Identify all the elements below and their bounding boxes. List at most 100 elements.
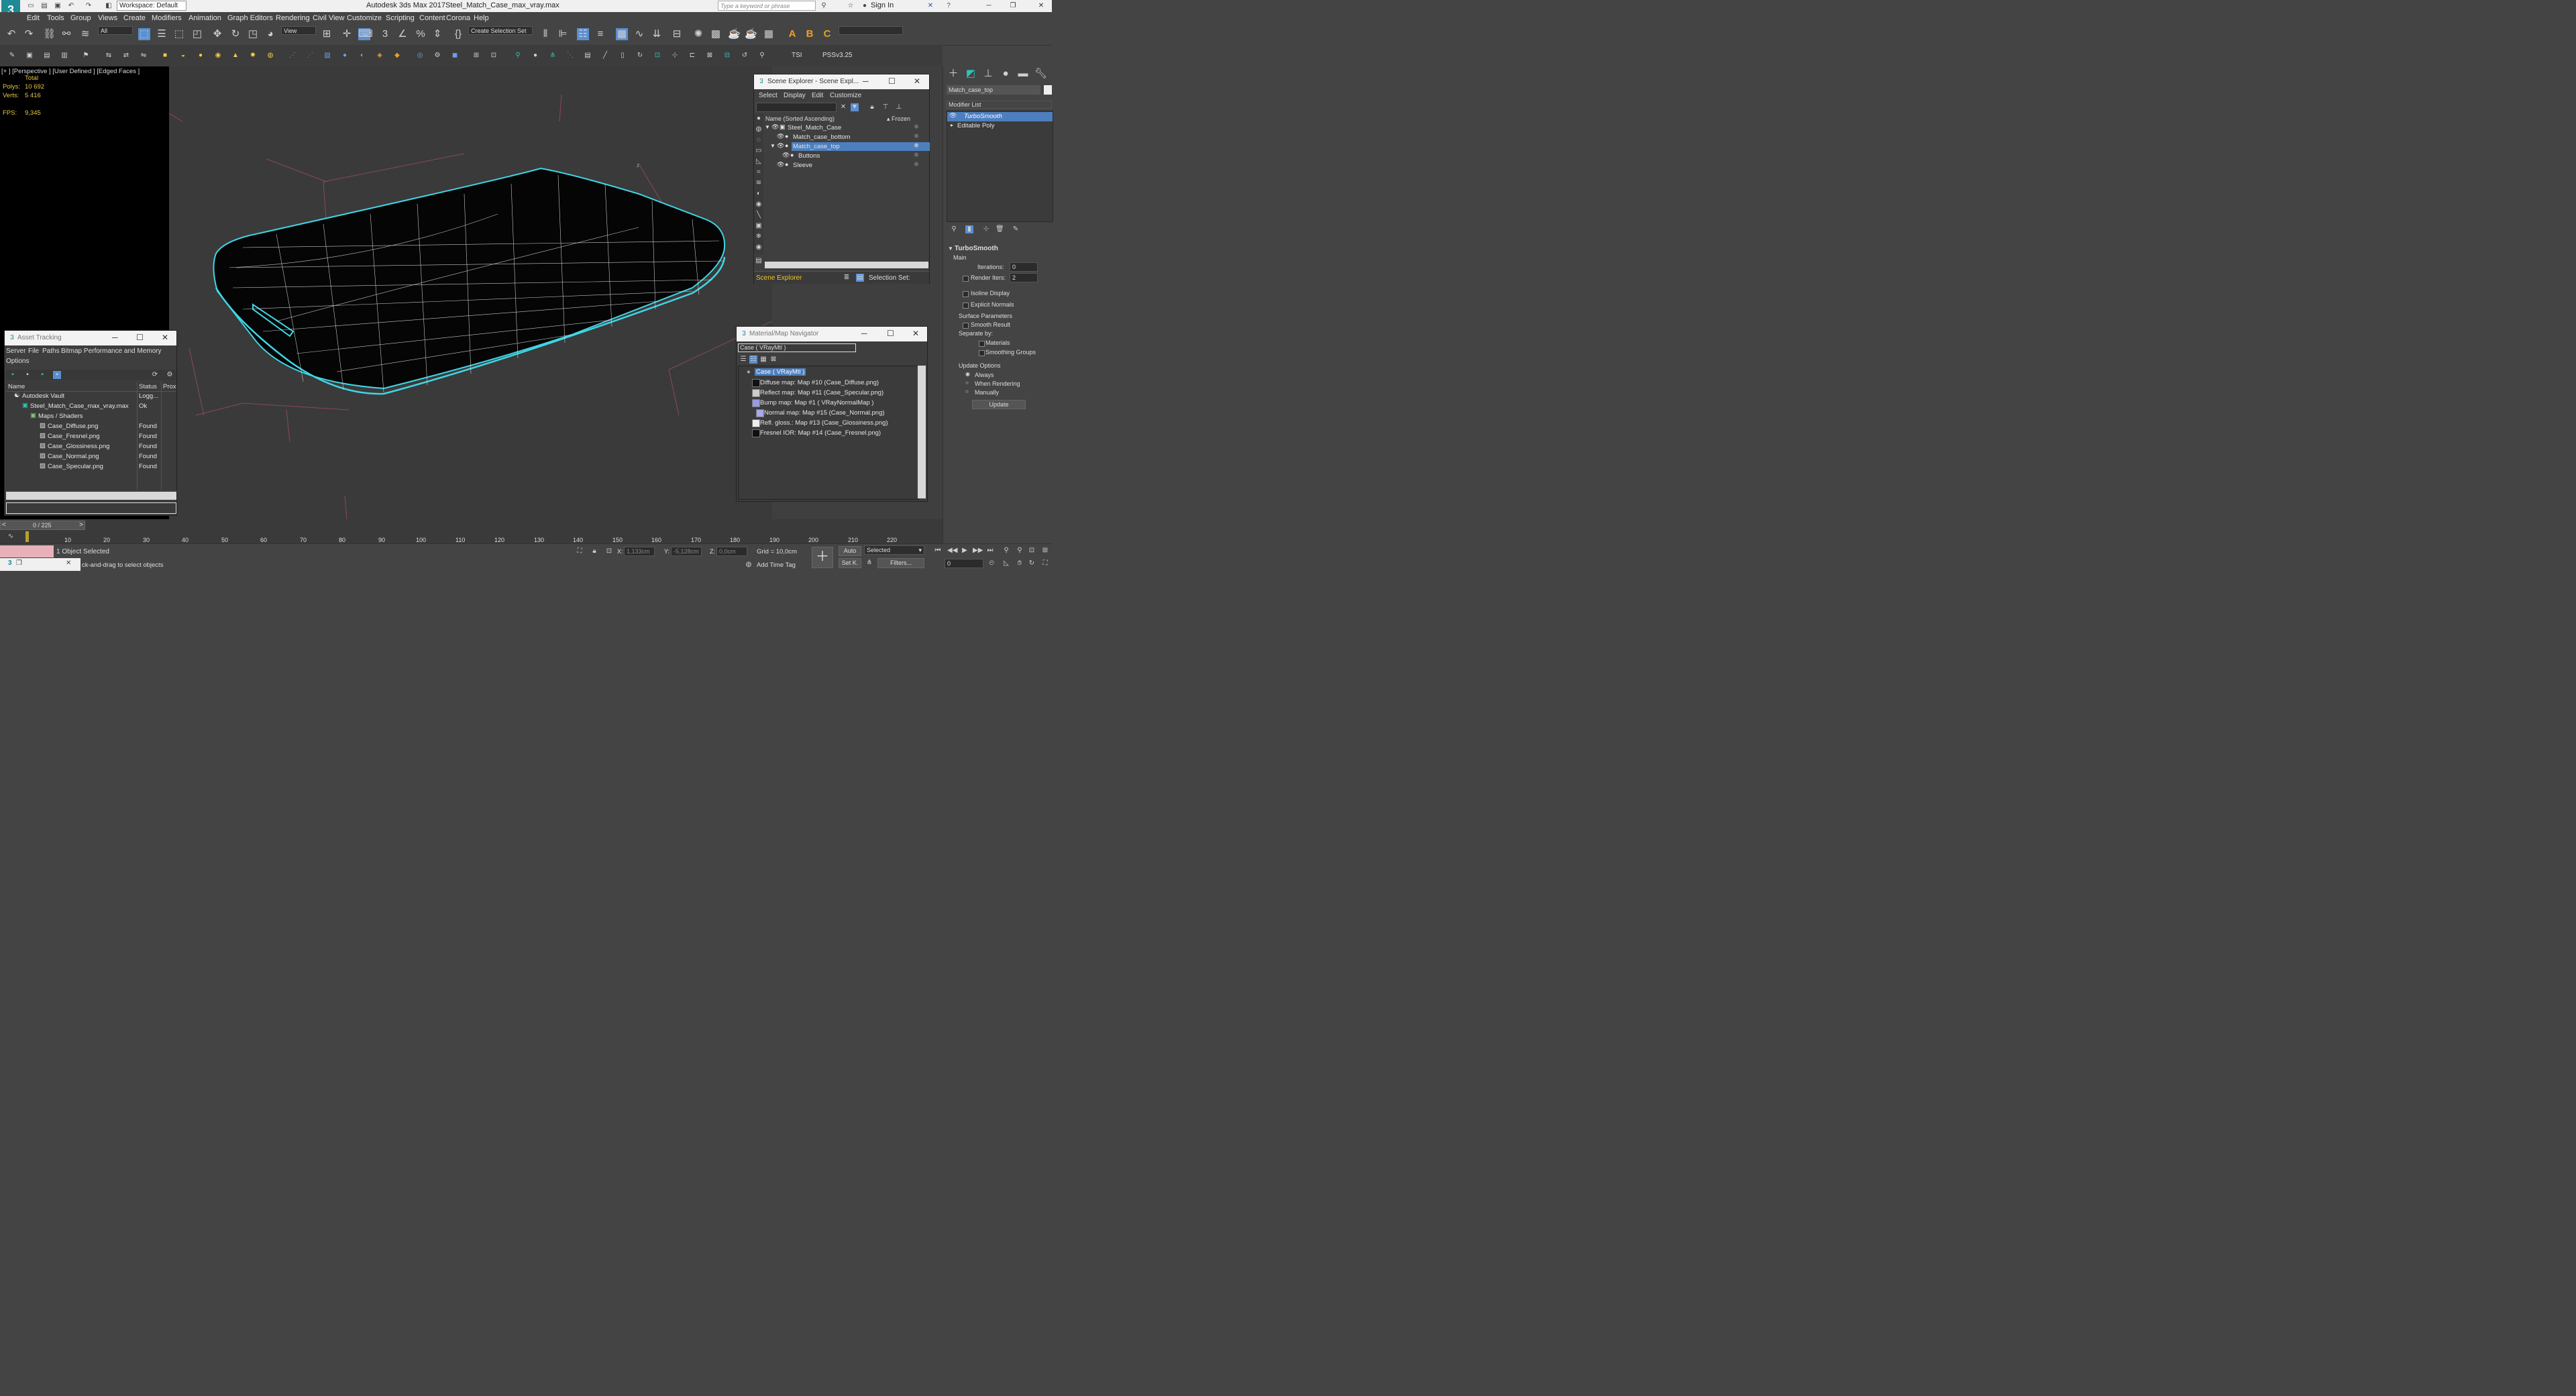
save-file-icon[interactable]: ▣ <box>54 2 62 10</box>
table-icon[interactable]: ▤ <box>584 52 592 60</box>
scene-explorer-icon[interactable]: ☷ <box>577 28 589 40</box>
named-selection-dropdown[interactable]: Create Selection Set <box>468 26 533 35</box>
display-all-icon[interactable]: ▤ <box>755 257 763 265</box>
rotate-icon[interactable]: ↻ <box>229 28 241 40</box>
display-lights-icon[interactable]: ▭ <box>755 147 763 155</box>
current-frame-field[interactable]: 0 <box>945 559 983 568</box>
at-view-icon-2[interactable]: ▪ <box>23 371 32 379</box>
display-xrefs-icon[interactable]: ◉ <box>755 201 763 209</box>
set-key-big-button[interactable]: ＋ <box>812 547 833 568</box>
update-button[interactable]: Update <box>972 400 1026 409</box>
se-hscrollbar[interactable] <box>765 262 928 268</box>
project-icon[interactable]: ◧ <box>105 2 113 10</box>
frozen-icon[interactable]: ❄ <box>914 142 919 150</box>
frame-icon[interactable]: ⊏ <box>688 52 696 60</box>
display-shapes-icon[interactable]: ◌ <box>755 136 763 144</box>
remove-modifier-icon[interactable]: 🗑︎ <box>996 225 1004 233</box>
render-active-icon[interactable]: ▦ <box>763 28 775 40</box>
se-footer-label[interactable]: Scene Explorer <box>756 274 802 282</box>
display-helpers-icon[interactable]: ≈ <box>755 168 763 176</box>
select-manipulate-icon[interactable]: ✛ <box>341 28 353 40</box>
toolbar-icon-8[interactable]: ⇋ <box>140 52 148 60</box>
menu-modifiers[interactable]: Modifiers <box>152 14 182 22</box>
menu-scripting[interactable]: Scripting <box>386 14 415 22</box>
light-icon[interactable]: ■ <box>161 52 169 60</box>
scatter-icon[interactable]: ⋱ <box>566 52 574 60</box>
undo-icon[interactable]: ↶ <box>5 28 17 40</box>
material-map-row[interactable]: Normal map: Map #15 (Case_Normal.png) <box>739 409 918 418</box>
se-row-buttons[interactable]: 👁︎ ● Buttons ❄ <box>763 152 930 161</box>
proxy-icon[interactable]: ⋰ <box>306 52 314 60</box>
modify-tab-icon[interactable]: ◩ <box>965 68 977 80</box>
lock-icon[interactable]: 🔒︎ <box>868 103 876 111</box>
dot-icon[interactable]: ● <box>531 52 539 60</box>
at-menu-bitmap[interactable]: Bitmap Performance and Memory <box>61 347 162 355</box>
sun-icon[interactable]: ✸ <box>249 52 257 60</box>
material-editor-icon[interactable]: ✺ <box>692 28 704 40</box>
close-icon[interactable]: ✕ <box>914 76 920 86</box>
dome-light-icon[interactable]: ◒ <box>179 52 187 60</box>
se-menu-display[interactable]: Display <box>784 92 806 99</box>
selection-set-label[interactable]: Selection Set: <box>869 274 910 282</box>
layers-icon[interactable]: ≣ <box>843 274 851 282</box>
layer-explorer-icon[interactable]: ≡ <box>594 28 606 40</box>
bind-spacewarp-icon[interactable]: ≋ <box>79 28 91 40</box>
render-setup-icon[interactable]: ▩ <box>710 28 722 40</box>
display-frozen-icon[interactable]: ❄ <box>755 233 763 241</box>
at-row[interactable]: ▨ Case_Specular.png Found <box>6 462 176 472</box>
at-col-status[interactable]: Status <box>139 383 157 390</box>
redo-icon[interactable]: ↷ <box>23 28 35 40</box>
workspace-dropdown[interactable]: Workspace: Default <box>117 1 186 11</box>
se-menu-edit[interactable]: Edit <box>812 92 823 99</box>
placement-icon[interactable]: ◕ <box>264 28 276 40</box>
material-navigator-titlebar[interactable]: 3 Material/Map Navigator ─ ☐ ✕ <box>737 327 927 341</box>
material-map-row[interactable]: Bump map: Map #1 ( VRayNormalMap ) <box>739 398 918 408</box>
utilities-tab-icon[interactable]: 🔧︎ <box>1034 68 1047 80</box>
frozen-icon[interactable]: ❄ <box>914 133 919 140</box>
material-vscrollbar[interactable] <box>918 366 926 498</box>
iterations-spinner[interactable]: 0 <box>1010 262 1038 272</box>
hierarchy-toggle-icon[interactable]: ▤ <box>856 274 864 282</box>
redo-icon[interactable]: ↷ <box>85 2 93 10</box>
hierarchy-tab-icon[interactable]: ⊥ <box>982 68 994 80</box>
at-menu-server[interactable]: Server <box>6 347 25 355</box>
display-tab-icon[interactable]: ▬ <box>1017 68 1029 80</box>
minimize-icon[interactable]: ─ <box>861 329 867 338</box>
open-file-icon[interactable]: ▤ <box>40 2 48 10</box>
pin-stack-icon[interactable]: ⚲ <box>950 225 958 233</box>
close-icon[interactable]: ✕ <box>162 333 168 342</box>
modifier-stack-item-editable-poly[interactable]: ▸ Editable Poly <box>947 121 1053 131</box>
x-coordinate-field[interactable]: 1,133cm <box>624 547 655 556</box>
dope-sheet-icon[interactable]: ⇊ <box>651 28 663 40</box>
sphere-light-icon[interactable]: ● <box>197 52 205 60</box>
menu-civil-view[interactable]: Civil View <box>313 14 344 22</box>
at-settings-icon[interactable]: ⚙ <box>166 371 174 379</box>
frozen-icon[interactable]: ❄ <box>914 161 919 168</box>
perspective-viewport[interactable]: z <box>169 66 772 519</box>
volume-icon[interactable]: ◐ <box>358 52 366 60</box>
frozen-icon[interactable]: ❄ <box>914 123 919 131</box>
close-icon[interactable]: ✕ <box>66 559 71 567</box>
mesh-icon[interactable]: ◈ <box>376 52 384 60</box>
time-slider-prev[interactable]: < <box>2 521 6 529</box>
minimize-icon[interactable]: ─ <box>985 2 993 10</box>
small-icons-view-icon[interactable]: ▦ <box>759 356 767 364</box>
orbit-icon[interactable]: ↻ <box>1028 559 1036 568</box>
show-end-result-icon[interactable]: ▮ <box>965 225 973 233</box>
at-row[interactable]: ▨ Case_Fresnel.png Found <box>6 432 176 441</box>
sky-icon[interactable]: ◍ <box>266 52 274 60</box>
close-icon[interactable]: ✕ <box>1037 2 1045 10</box>
exchange-icon[interactable]: ✕ <box>926 2 934 10</box>
vfb-icon[interactable]: ◎ <box>416 52 424 60</box>
converter-icon[interactable]: ◼ <box>451 52 459 60</box>
play-icon[interactable]: ▶ <box>961 547 969 555</box>
rollout-title[interactable]: TurboSmooth <box>955 245 998 252</box>
material-current-field[interactable]: Case ( VRayMtl ) <box>738 343 856 352</box>
render-iters-checkbox[interactable] <box>963 276 969 282</box>
fur-icon[interactable]: ⋰ <box>288 52 297 60</box>
always-radio[interactable]: ◉ <box>965 371 970 377</box>
se-menu-customize[interactable]: Customize <box>830 92 861 99</box>
current-frame-marker[interactable] <box>25 531 29 542</box>
absolute-mode-icon[interactable]: ⊡ <box>605 547 613 555</box>
selection-lock-icon[interactable]: 🔒︎ <box>590 547 598 555</box>
